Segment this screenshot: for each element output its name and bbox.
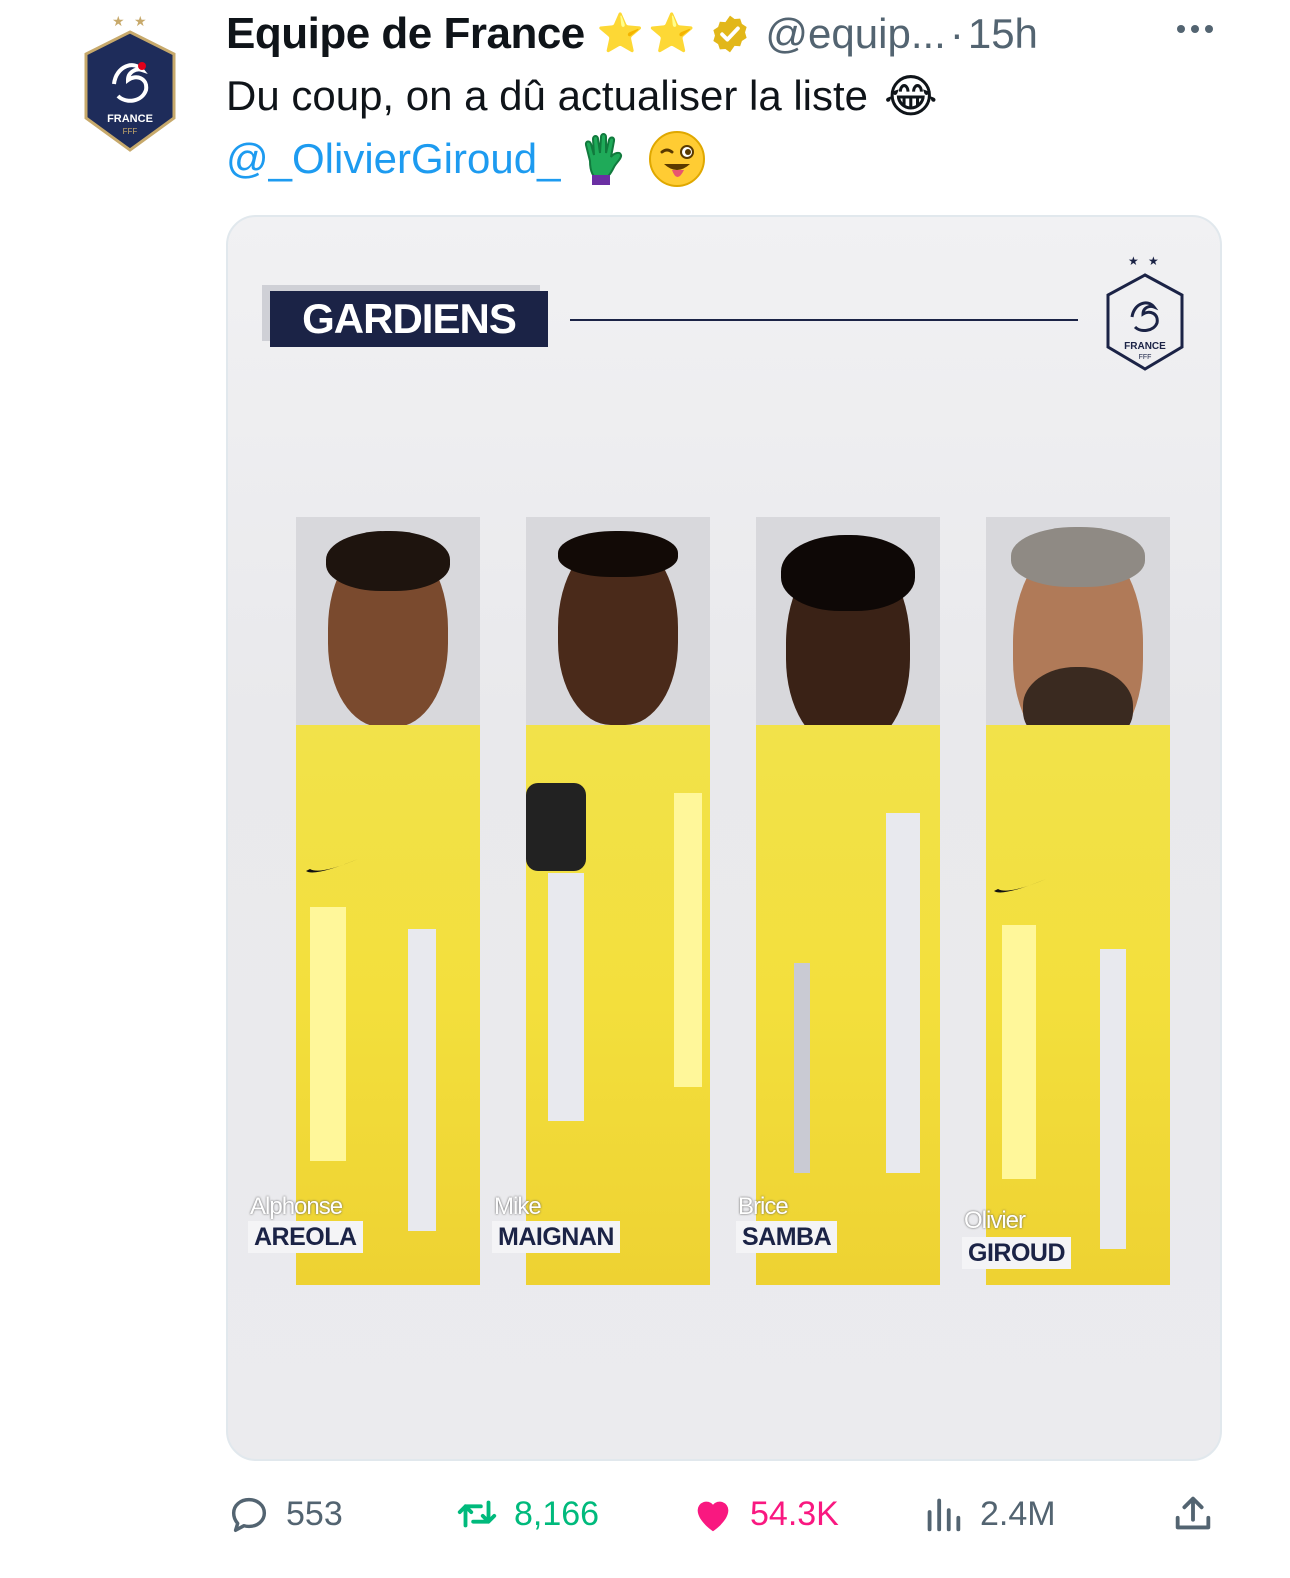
reply-icon xyxy=(231,1497,267,1533)
star-emoji: ⭐ xyxy=(648,13,696,55)
player-first-name: Brice xyxy=(738,1193,789,1220)
star-emoji: ⭐ xyxy=(596,13,645,55)
jersey-stripe xyxy=(674,793,702,1087)
nike-logo-icon xyxy=(994,879,1046,893)
share-button[interactable] xyxy=(1170,1486,1216,1542)
more-options-icon[interactable] xyxy=(1170,14,1220,44)
player-first-name: Alphonse xyxy=(250,1193,343,1220)
views-chart-icon xyxy=(927,1498,961,1532)
retweet-button[interactable]: 8,166 xyxy=(454,1486,599,1542)
jersey-stripe xyxy=(310,907,346,1161)
svg-text:FFF: FFF xyxy=(1139,354,1152,361)
player-first-name: Mike xyxy=(494,1193,542,1220)
media-heading: GARDIENS xyxy=(270,291,548,347)
views-button[interactable]: 2.4M xyxy=(920,1486,1056,1542)
reply-count: 553 xyxy=(286,1494,343,1533)
tweet-media-image[interactable]: GARDIENS ★ ★ FRANCE FFF Alphonse AREOLA … xyxy=(226,215,1222,1461)
player-first-name: Olivier xyxy=(964,1207,1026,1234)
like-button[interactable]: 54.3K xyxy=(690,1486,839,1542)
like-count: 54.3K xyxy=(750,1494,839,1533)
laughing-emoji: 😂 xyxy=(884,70,938,122)
reply-button[interactable]: 553 xyxy=(226,1486,343,1542)
player-hair xyxy=(781,535,915,611)
handle[interactable]: @equip... xyxy=(765,10,945,58)
player-last-name: MAIGNAN xyxy=(492,1221,620,1253)
winking-tongue-emoji-icon xyxy=(649,131,706,187)
player-hair xyxy=(326,531,450,591)
tweet-header: Equipe de France ⭐ ⭐ @equip... · 15h xyxy=(226,6,1226,62)
svg-text:★: ★ xyxy=(112,14,125,30)
mention-link[interactable]: @_OlivierGiroud_ xyxy=(226,131,560,187)
heading-divider xyxy=(570,319,1078,321)
player-last-name: GIROUD xyxy=(962,1237,1071,1269)
player-hair xyxy=(558,531,678,577)
jersey-stripe xyxy=(548,873,584,1121)
jersey-stripe xyxy=(1002,925,1036,1179)
avatar[interactable]: ★ ★ FRANCE FFF xyxy=(78,12,182,154)
player-last-name: SAMBA xyxy=(736,1221,838,1253)
player-card-giroud xyxy=(986,517,1170,1285)
player-card-areola xyxy=(296,517,480,1285)
svg-text:FRANCE: FRANCE xyxy=(107,113,153,125)
svg-text:FFF: FFF xyxy=(123,127,138,136)
retweet-icon xyxy=(457,1500,497,1528)
player-card-samba xyxy=(756,517,940,1285)
fff-logo-icon: ★ ★ FRANCE FFF xyxy=(1106,254,1184,371)
svg-text:★: ★ xyxy=(1128,254,1139,268)
jersey-stripe xyxy=(1100,949,1126,1249)
goalkeeper-glove xyxy=(526,783,586,871)
tweet-text-line: Du coup, on a dû actualiser la liste 😂 xyxy=(226,68,938,124)
svg-text:★: ★ xyxy=(1148,254,1159,268)
jersey-stripe xyxy=(794,963,810,1173)
fff-crest-icon: ★ ★ FRANCE FFF xyxy=(84,14,176,152)
svg-text:★: ★ xyxy=(134,14,147,30)
glove-emoji-icon xyxy=(585,133,623,185)
heart-icon xyxy=(697,1501,729,1532)
display-name[interactable]: Equipe de France xyxy=(226,9,585,59)
player-last-name: AREOLA xyxy=(248,1221,363,1253)
separator-dot: · xyxy=(949,10,964,57)
views-count: 2.4M xyxy=(980,1494,1056,1533)
verified-badge-icon[interactable] xyxy=(709,13,751,55)
player-hair xyxy=(1011,527,1145,587)
share-icon xyxy=(1175,1496,1211,1530)
tweet-actions: 553 8,166 54.3K 2.4M xyxy=(226,1486,1222,1542)
timestamp[interactable]: 15h xyxy=(968,10,1038,58)
jersey-stripe xyxy=(408,929,436,1231)
player-card-maignan xyxy=(526,517,710,1285)
nike-logo-icon xyxy=(306,859,358,873)
jersey-stripe xyxy=(886,813,920,1173)
svg-text:FRANCE: FRANCE xyxy=(1124,341,1166,352)
retweet-count: 8,166 xyxy=(514,1494,600,1533)
tweet-text-line-2: @_OlivierGiroud_ xyxy=(226,130,706,188)
tweet-text: Du coup, on a dû actualiser la liste xyxy=(226,72,869,119)
